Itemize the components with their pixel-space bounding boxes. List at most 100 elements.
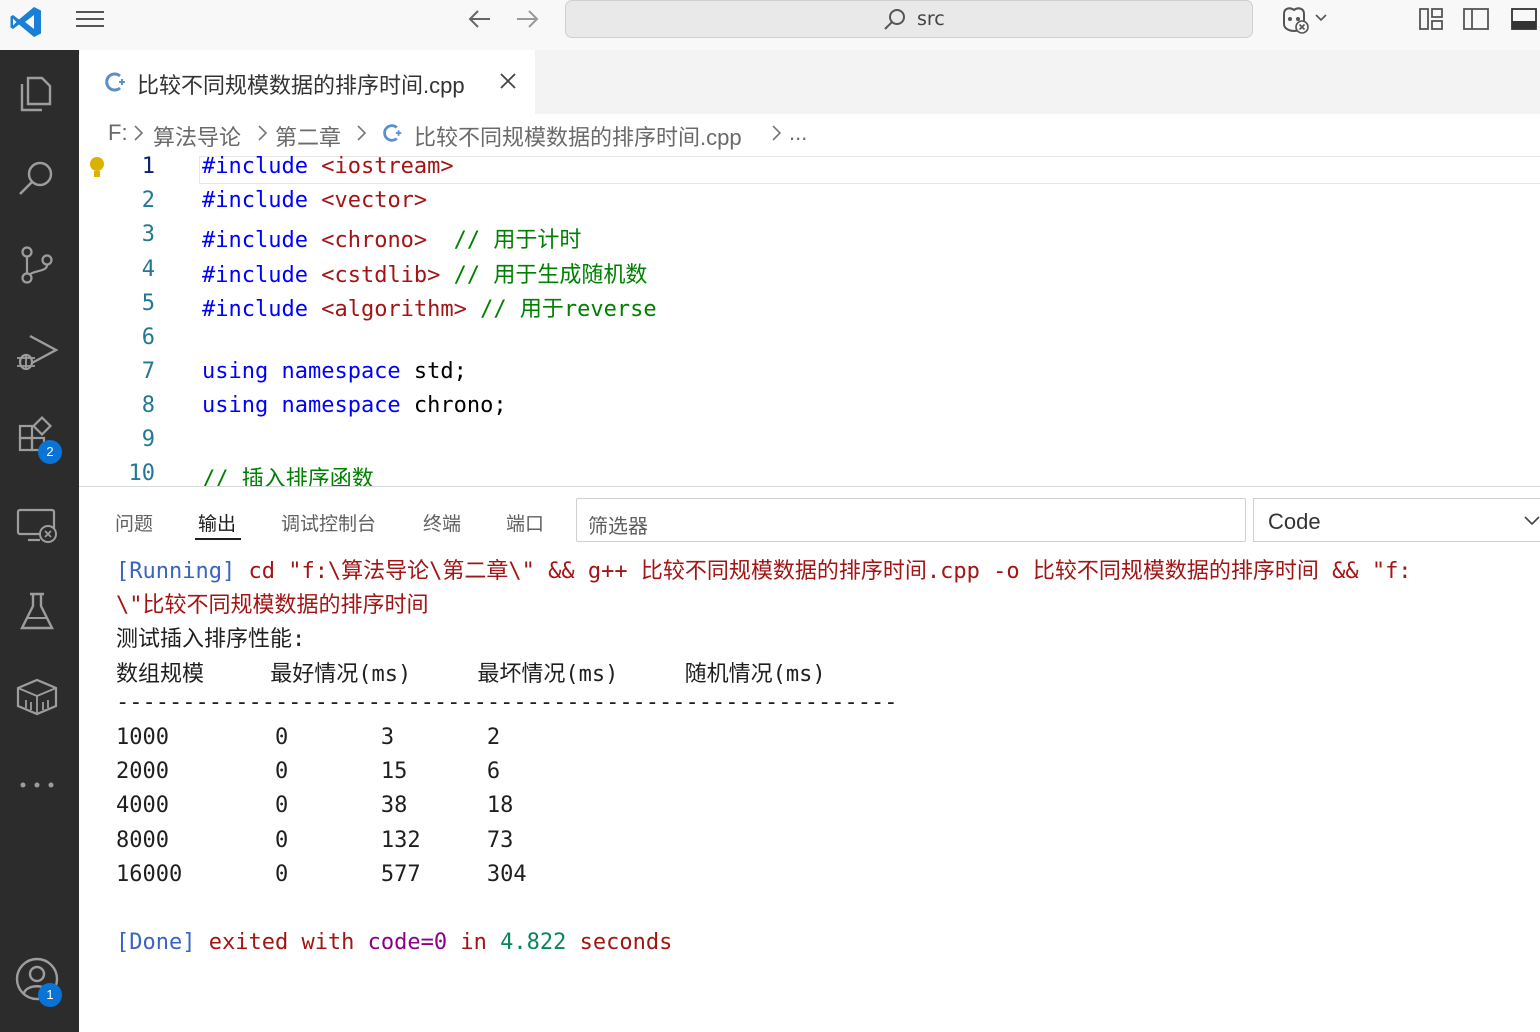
title-bar: src	[0, 0, 1540, 50]
run-debug-icon[interactable]	[14, 328, 60, 374]
line-number: 10	[128, 461, 156, 486]
customize-layout-icon[interactable]	[1418, 6, 1444, 32]
code-line[interactable]: 9	[79, 427, 1540, 461]
code-token: <chrono>	[307, 228, 428, 253]
code-token: std;	[400, 359, 467, 384]
code-line[interactable]: 6	[79, 325, 1540, 359]
search-icon	[884, 9, 905, 30]
tab-cpp-file[interactable]: 比较不同规模数据的排序时间.cpp	[79, 50, 535, 114]
code-editor[interactable]: 1 #include <iostream> 2 #include <vector> 3 #…	[79, 154, 1540, 486]
code-keyword: #include	[202, 228, 308, 253]
package-icon[interactable]	[14, 674, 60, 720]
code-line[interactable]: 1 #include <iostream>	[79, 154, 1540, 188]
code-text: #include <cstdlib> // 用于生成随机数	[202, 257, 647, 289]
breadcrumb: F: 算法导论 第二章 比较不同规模数据的排序时间.cpp ...	[79, 114, 1540, 154]
tab-output[interactable]: 输出	[198, 509, 236, 536]
done-text: in	[447, 930, 501, 955]
line-number: 2	[141, 188, 155, 213]
code-keyword: using namespace	[202, 359, 401, 384]
exit-code: code=0	[367, 930, 448, 955]
code-token: <cstdlib>	[307, 263, 441, 288]
output-channel-value: Code	[1268, 509, 1321, 534]
code-text: #include <vector>	[202, 188, 427, 213]
line-number: 8	[141, 393, 155, 418]
code-token: <algorithm>	[307, 297, 467, 322]
code-text: #include <chrono> // 用于计时	[202, 222, 581, 254]
output-divider: ----------------------------------------…	[116, 690, 898, 715]
done-text: seconds	[566, 930, 673, 955]
code-line[interactable]: 4 #include <cstdlib> // 用于生成随机数	[79, 257, 1540, 291]
code-text: using namespace std;	[202, 359, 467, 384]
search-icon[interactable]	[14, 156, 60, 202]
remote-explorer-icon[interactable]	[14, 502, 60, 548]
code-keyword: #include	[202, 154, 308, 179]
toggle-panel-icon[interactable]	[1510, 6, 1538, 32]
filter-placeholder: 筛选器	[588, 516, 648, 538]
chevron-down-icon[interactable]	[1313, 10, 1329, 26]
output-filter-input[interactable]: 筛选器	[576, 498, 1246, 542]
command-center-search[interactable]: src	[565, 0, 1253, 38]
output-row: 16000 0 577 304	[116, 862, 527, 887]
breadcrumb-symbols[interactable]: ...	[789, 120, 807, 146]
tab-debug-console[interactable]: 调试控制台	[281, 509, 376, 536]
output-table-header: 数组规模 最好情况(ms) 最坏情况(ms) 随机情况(ms)	[116, 662, 826, 687]
more-icon[interactable]	[14, 762, 60, 808]
source-control-icon[interactable]	[14, 242, 60, 288]
code-comment: // 用于生成随机数	[440, 263, 648, 288]
line-number: 6	[141, 325, 155, 350]
line-number: 5	[141, 291, 155, 316]
line-number: 4	[141, 257, 155, 282]
tab-problems[interactable]: 问题	[115, 509, 153, 536]
code-line[interactable]: 10 // 插入排序函数	[79, 461, 1540, 486]
cpp-file-icon	[105, 72, 125, 92]
chevron-right-icon	[357, 125, 367, 141]
tab-terminal[interactable]: 终端	[423, 509, 461, 536]
output-row: 1000 0 3 2	[116, 725, 501, 750]
cpp-file-icon	[383, 124, 402, 142]
tab-label: 比较不同规模数据的排序时间.cpp	[137, 73, 465, 98]
elapsed-time: 4.822	[500, 930, 567, 955]
chevron-right-icon	[258, 125, 268, 141]
chevron-down-icon	[1524, 516, 1540, 526]
output-row: 8000 0 132 73	[116, 828, 514, 853]
arrow-right-icon[interactable]	[513, 6, 541, 32]
activity-bar: 2 1	[0, 50, 79, 1032]
explorer-icon[interactable]	[14, 70, 60, 116]
code-token: chrono;	[400, 393, 507, 418]
code-line[interactable]: 2 #include <vector>	[79, 188, 1540, 222]
tab-ports[interactable]: 端口	[506, 509, 544, 536]
code-line[interactable]: 7 using namespace std;	[79, 359, 1540, 393]
code-comment: // 插入排序函数	[202, 467, 374, 486]
breadcrumb-folder-chapter[interactable]: 第二章	[275, 120, 341, 152]
line-number: 3	[141, 222, 155, 247]
copilot-icon[interactable]	[1278, 4, 1310, 34]
toggle-sidebar-icon[interactable]	[1462, 6, 1490, 32]
code-line[interactable]: 3 #include <chrono> // 用于计时	[79, 222, 1540, 256]
output-channel-select[interactable]: Code	[1253, 498, 1540, 542]
output-row: 4000 0 38 18	[116, 793, 514, 818]
active-tab-indicator	[195, 538, 241, 540]
breadcrumb-file[interactable]: 比较不同规模数据的排序时间.cpp	[414, 120, 742, 152]
menu-icon[interactable]	[74, 6, 106, 32]
close-icon[interactable]	[497, 70, 519, 92]
done-tag: [Done]	[116, 930, 196, 955]
done-text: exited with	[195, 930, 368, 955]
line-number: 1	[141, 154, 155, 179]
running-command: cd "f:\算法导论\第二章\" && g++ 比较不同规模数据的排序时间.c…	[235, 559, 1412, 584]
code-text: using namespace chrono;	[202, 393, 507, 418]
code-line[interactable]: 5 #include <algorithm> // 用于reverse	[79, 291, 1540, 325]
output-running-line: [Running] cd "f:\算法导论\第二章\" && g++ 比较不同规…	[116, 553, 1412, 585]
testing-icon[interactable]	[14, 588, 60, 634]
arrow-left-icon[interactable]	[466, 6, 494, 32]
code-keyword: using namespace	[202, 393, 401, 418]
code-token: <vector>	[307, 188, 428, 213]
output-heading: 测试插入排序性能:	[116, 627, 306, 652]
code-line[interactable]: 8 using namespace chrono;	[79, 393, 1540, 427]
extensions-badge: 2	[38, 440, 62, 464]
breadcrumb-drive[interactable]: F:	[108, 120, 128, 146]
code-token: <iostream>	[307, 154, 454, 179]
breadcrumb-folder-algorithms[interactable]: 算法导论	[153, 120, 241, 152]
accounts-badge: 1	[38, 983, 62, 1007]
code-comment: // 用于reverse	[466, 297, 657, 322]
code-keyword: #include	[202, 297, 308, 322]
